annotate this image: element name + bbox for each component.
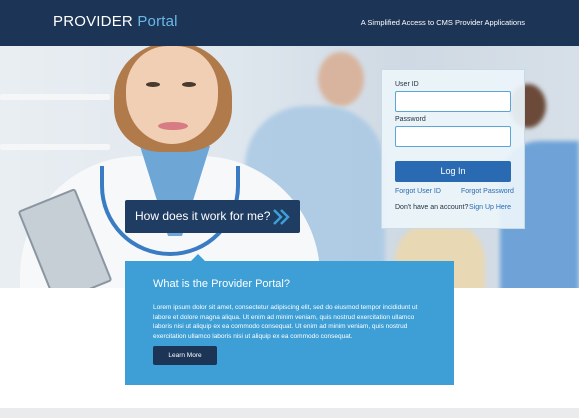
- password-label: Password: [395, 116, 426, 123]
- user-id-input[interactable]: [395, 91, 511, 112]
- no-account-text: Don't have an account?: [395, 204, 469, 211]
- background-person-head: [318, 52, 364, 106]
- learn-more-button[interactable]: Learn More: [153, 346, 217, 365]
- info-title: What is the Provider Portal?: [153, 278, 290, 290]
- brand-main: PROVIDER: [53, 13, 133, 30]
- site-header: PROVIDER Portal A Simplified Access to C…: [0, 0, 579, 46]
- doctor-eye: [182, 82, 196, 87]
- forgot-password-link[interactable]: Forgot Password: [461, 188, 514, 195]
- footer-bar: [0, 408, 579, 418]
- header-tagline: A Simplified Access to CMS Provider Appl…: [360, 18, 525, 27]
- how-it-works-label: How does it work for me?: [135, 209, 271, 223]
- doctor-eye: [146, 82, 160, 87]
- info-box: What is the Provider Portal? Lorem ipsum…: [125, 261, 454, 385]
- info-body: Lorem ipsum dolor sit amet, consectetur …: [153, 304, 418, 340]
- brand-accent: Portal: [137, 13, 178, 30]
- password-input[interactable]: [395, 126, 511, 147]
- sign-up-link[interactable]: Sign Up Here: [469, 204, 511, 211]
- doctor-lips: [158, 122, 188, 130]
- brand-logo[interactable]: PROVIDER Portal: [53, 13, 178, 30]
- background-shelf: [0, 94, 110, 100]
- user-id-label: User ID: [395, 81, 419, 88]
- login-panel: User ID Password Log In Forgot User ID F…: [381, 69, 525, 229]
- double-chevron-right-icon[interactable]: [270, 206, 292, 228]
- forgot-user-id-link[interactable]: Forgot User ID: [395, 188, 441, 195]
- background-shelf: [0, 144, 110, 150]
- login-button[interactable]: Log In: [395, 161, 511, 182]
